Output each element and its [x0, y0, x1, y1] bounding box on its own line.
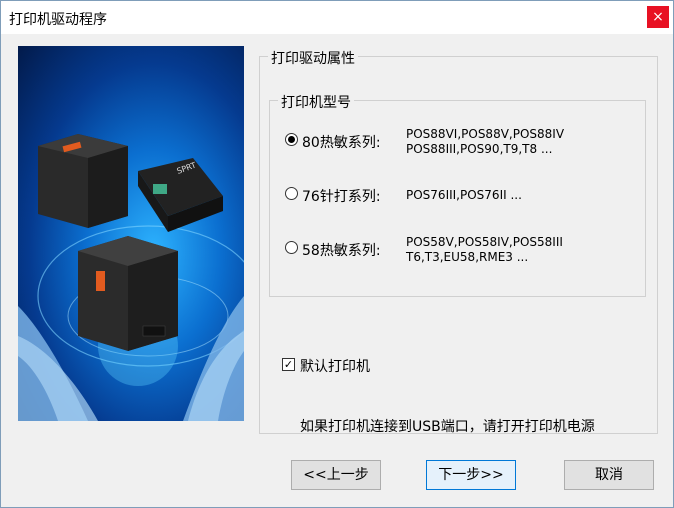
printer-model-title: 打印机型号: [278, 92, 354, 112]
default-printer-label: 默认打印机: [300, 359, 370, 375]
option-label-80-thermal: 80热敏系列:: [302, 135, 381, 151]
option-models-80-line2: POS88III,POS90,T9,T8 ...: [406, 142, 553, 156]
checkmark-icon: ✓: [283, 358, 294, 371]
next-button[interactable]: 下一步>>: [426, 460, 516, 490]
option-label-58-thermal: 58热敏系列:: [302, 243, 381, 259]
close-button[interactable]: ×: [647, 6, 669, 28]
window-title: 打印机驱动程序: [9, 12, 107, 28]
radio-selected-dot: [288, 136, 295, 143]
driver-properties-title: 打印驱动属性: [268, 48, 358, 68]
option-models-58-line1: POS58V,POS58IV,POS58III: [406, 235, 563, 249]
cancel-button[interactable]: 取消: [564, 460, 654, 490]
printer-model-group: 打印机型号 80热敏系列: POS88VI,POS88V,POS88IV POS…: [269, 92, 646, 297]
option-models-80-line1: POS88VI,POS88V,POS88IV: [406, 127, 565, 141]
radio-80-thermal[interactable]: [285, 133, 298, 146]
back-button[interactable]: <<上一步: [291, 460, 381, 490]
option-models-58-line2: T6,T3,EU58,RME3 ...: [406, 250, 529, 264]
radio-76-dot[interactable]: [285, 187, 298, 200]
option-label-76-dot: 76针打系列:: [302, 189, 381, 205]
installer-window: 打印机驱动程序 × SPRT 打印驱动属性 打印机型号 80热敏系列: POS8…: [0, 0, 674, 508]
usb-info-text: 如果打印机连接到USB端口，请打开打印机电源: [300, 419, 595, 435]
driver-properties-group: 打印驱动属性 打印机型号 80热敏系列: POS88VI,POS88V,POS8…: [259, 48, 658, 435]
option-models-76-line1: POS76III,POS76II ...: [406, 188, 522, 202]
product-image: SPRT: [18, 46, 244, 421]
radio-58-thermal[interactable]: [285, 241, 298, 254]
title-bar: 打印机驱动程序 ×: [1, 1, 673, 34]
default-printer-checkbox[interactable]: ✓: [282, 358, 295, 371]
close-icon: ×: [652, 9, 664, 25]
printer-illustration: SPRT: [18, 134, 244, 421]
